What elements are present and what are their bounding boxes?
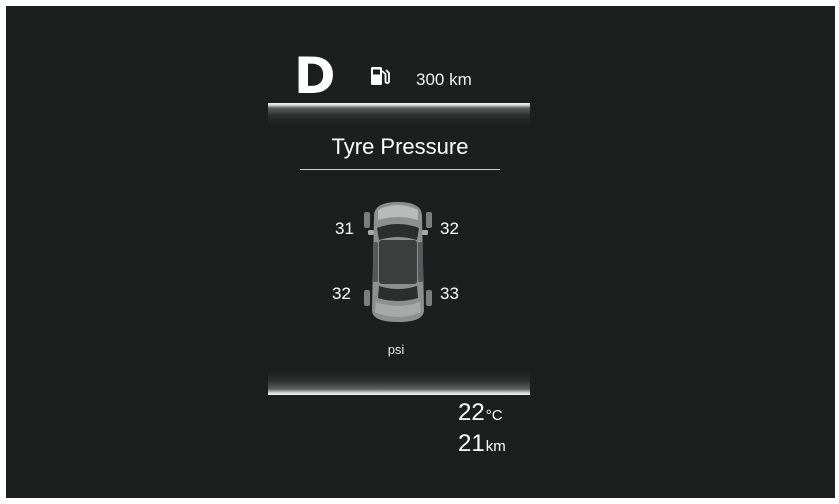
top-divider-band: [268, 103, 530, 125]
title-underline: [300, 169, 500, 170]
trip-value: 21: [458, 430, 485, 457]
temperature-unit: °C: [485, 407, 503, 424]
trip-distance: 21km: [458, 430, 506, 461]
tyre-pressure-front-right: 32: [440, 219, 459, 238]
tyre-pressure-front-left: 31: [335, 219, 354, 238]
bottom-divider-band: [268, 371, 530, 395]
page-title: Tyre Pressure: [331, 134, 469, 159]
gear-indicator: D: [294, 47, 336, 105]
instrument-cluster-display: D 300 km Tyre Pressure 31 32 32 33 psi 2…: [6, 6, 835, 498]
tyre-pressure-rear-left: 32: [332, 284, 351, 303]
temperature-value: 22: [458, 399, 485, 426]
fuel-pump-icon: [371, 67, 390, 85]
trip-unit: km: [485, 438, 506, 455]
fuel-range-readout: 300 km: [416, 70, 472, 89]
car-top-view-icon: [364, 202, 432, 322]
pressure-unit-label: psi: [387, 342, 405, 357]
tyre-pressure-rear-right: 33: [440, 284, 459, 303]
outside-temperature: 22°C: [458, 399, 503, 430]
